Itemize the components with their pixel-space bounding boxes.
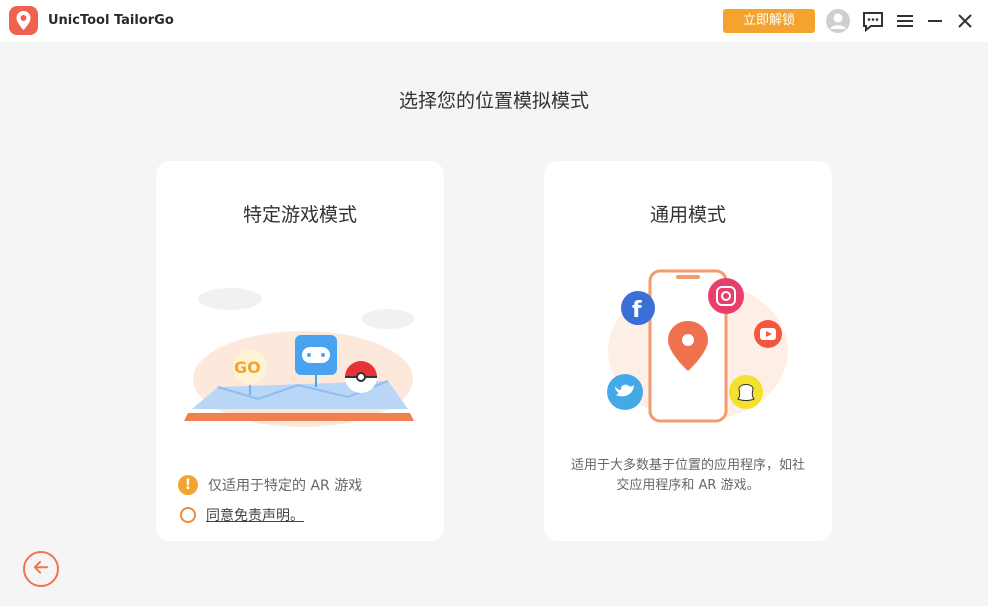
- back-button[interactable]: [23, 551, 59, 587]
- feedback-chat-icon[interactable]: [860, 8, 886, 34]
- svg-text:f: f: [632, 298, 642, 323]
- game-warning-text: 仅适用于特定的 AR 游戏: [208, 478, 363, 494]
- game-mode-title: 特定游戏模式: [242, 204, 357, 226]
- game-warning-row: ! 仅适用于特定的 AR 游戏: [178, 475, 362, 495]
- arrow-left-icon: [33, 560, 49, 574]
- menu-icon[interactable]: [892, 8, 918, 34]
- general-mode-title: 通用模式: [649, 204, 726, 226]
- disclaimer-link[interactable]: 同意免责声明。: [206, 505, 304, 525]
- close-icon[interactable]: [952, 8, 978, 34]
- general-desc-line2: 交应用程序和 AR 游戏。: [616, 478, 760, 493]
- app-title: UnicTool TailorGo: [48, 13, 174, 28]
- title-bar: UnicTool TailorGo 立即解锁: [0, 0, 988, 42]
- instagram-icon: [708, 278, 744, 314]
- user-avatar-icon[interactable]: [825, 8, 851, 34]
- game-mode-card[interactable]: 特定游戏模式 GO ! 仅适用于特定的 AR 游戏 同意免责声明。: [156, 161, 444, 541]
- app-logo: [9, 6, 38, 35]
- warning-icon: !: [178, 475, 198, 495]
- general-mode-card[interactable]: 通用模式 f 适用于大多数基于位置的应用程序，如社 交应用程序和 AR 游戏。: [544, 161, 832, 541]
- go-badge: GO: [234, 358, 261, 377]
- game-mode-illustration: GO: [178, 269, 422, 429]
- general-mode-illustration: f: [588, 261, 788, 429]
- unlock-button[interactable]: 立即解锁: [723, 9, 815, 33]
- page-heading: 选择您的位置模拟模式: [398, 90, 589, 112]
- disclaimer-row: 同意免责声明。: [178, 505, 304, 525]
- general-mode-description: 适用于大多数基于位置的应用程序，如社 交应用程序和 AR 游戏。: [558, 456, 818, 496]
- agree-radio[interactable]: [180, 507, 196, 523]
- minimize-icon[interactable]: [922, 8, 948, 34]
- general-desc-line1: 适用于大多数基于位置的应用程序，如社: [570, 458, 805, 473]
